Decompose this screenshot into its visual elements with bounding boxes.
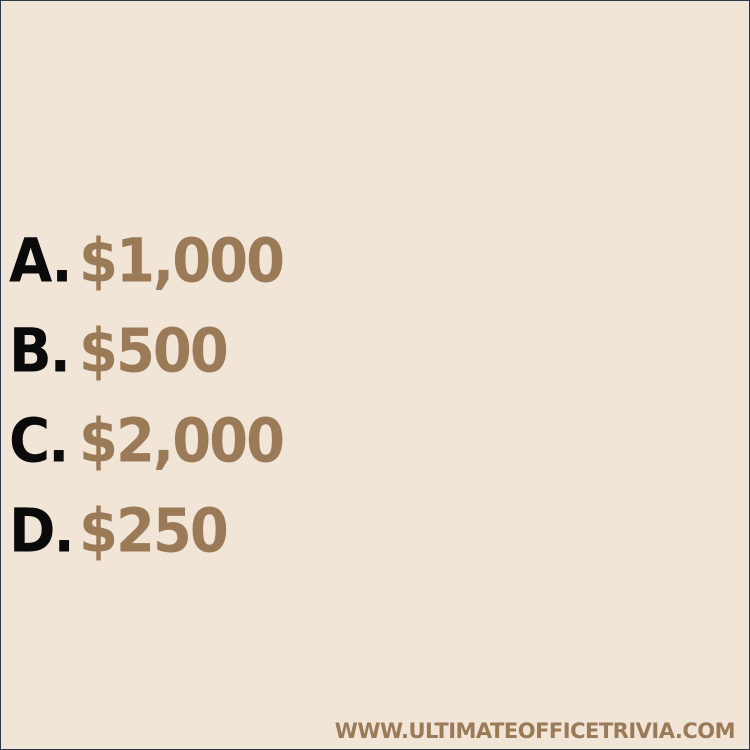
answer-options: A. $1,000 B. $500 C. $2,000 D. $250 xyxy=(9,217,285,577)
trivia-card: A. $1,000 B. $500 C. $2,000 D. $250 WWW.… xyxy=(0,0,750,750)
option-letter: B. xyxy=(9,316,71,387)
option-value: $2,000 xyxy=(79,406,285,477)
option-value: $500 xyxy=(79,316,229,387)
option-letter: C. xyxy=(9,406,69,477)
option-b: B. $500 xyxy=(9,307,283,397)
option-letter: A. xyxy=(9,226,73,297)
option-letter: D. xyxy=(9,496,75,567)
option-d: D. $250 xyxy=(9,487,283,577)
option-value: $1,000 xyxy=(79,226,285,297)
option-a: A. $1,000 xyxy=(9,217,285,307)
option-c: C. $2,000 xyxy=(9,397,285,487)
website-url: WWW.ULTIMATEOFFICETRIVIA.COM xyxy=(334,719,736,743)
option-value: $250 xyxy=(79,496,229,567)
